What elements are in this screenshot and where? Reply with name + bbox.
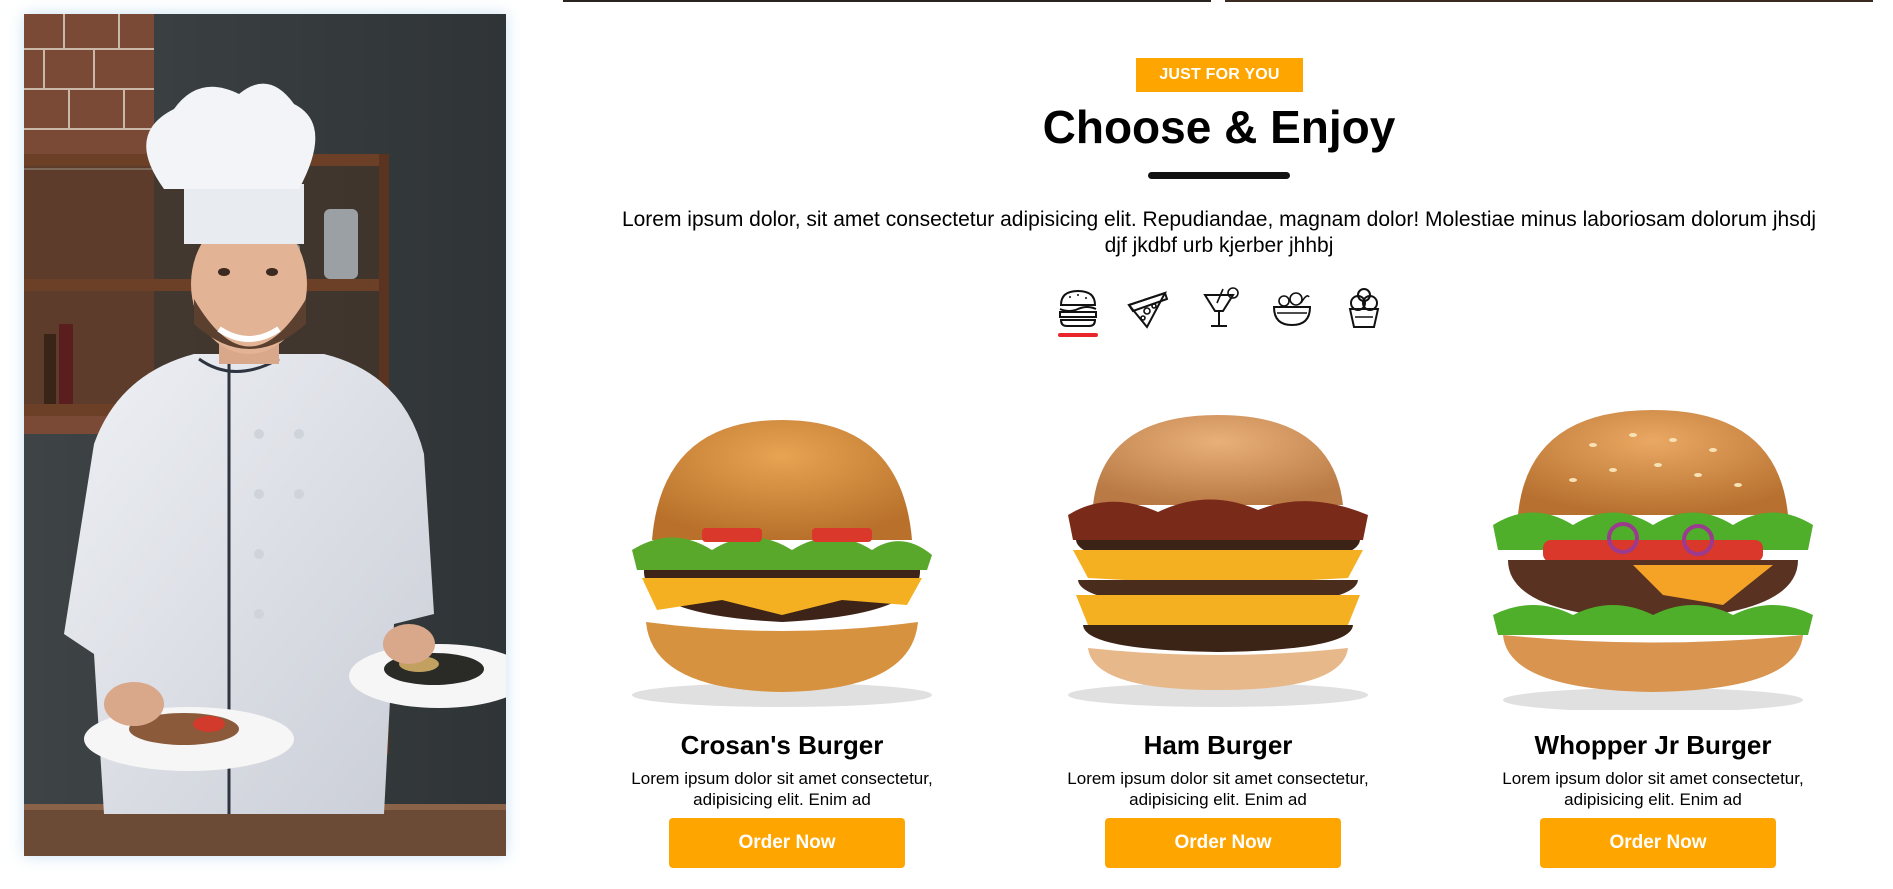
top-image-strip-left [563, 0, 1211, 2]
ice-cream-icon [1348, 288, 1380, 328]
product-image-ham-burger [1068, 415, 1368, 707]
title-underline [1148, 172, 1290, 179]
product-description: Lorem ipsum dolor sit amet consectetur, … [1067, 769, 1369, 809]
product-image-crosans-burger [632, 420, 932, 707]
category-tab-salads[interactable] [1269, 285, 1315, 333]
category-tab-burger[interactable] [1055, 285, 1101, 333]
order-now-button[interactable]: Order Now [669, 818, 905, 868]
salad-icon [1272, 292, 1312, 327]
order-now-button[interactable]: Order Now [1540, 818, 1776, 868]
section-description: Lorem ipsum dolor, sit amet consectetur … [621, 208, 1817, 257]
pizza-icon [1127, 291, 1169, 329]
product-description: Lorem ipsum dolor sit amet consectetur, … [631, 769, 933, 809]
product-card: Whopper Jr Burger Lorem ipsum dolor sit … [1443, 400, 1863, 880]
order-now-button[interactable]: Order Now [1105, 818, 1341, 868]
chef-photo [24, 14, 506, 856]
product-card: Ham Burger Lorem ipsum dolor sit amet co… [1008, 400, 1428, 880]
section-tag: JUST FOR YOU [1136, 58, 1303, 92]
product-name: Whopper Jr Burger [1534, 730, 1772, 760]
category-tab-desserts[interactable] [1341, 285, 1387, 333]
drink-icon [1203, 287, 1239, 327]
active-category-indicator [1058, 333, 1098, 337]
category-tab-drinks[interactable] [1197, 285, 1243, 333]
top-image-strip-right [1225, 0, 1873, 2]
product-name: Crosan's Burger [680, 730, 884, 760]
product-card: Crosan's Burger Lorem ipsum dolor sit am… [572, 400, 992, 880]
category-tab-pizza[interactable] [1125, 285, 1171, 333]
product-image-whopper-jr-burger [1493, 410, 1813, 710]
category-tabs [1055, 285, 1380, 345]
product-description: Lorem ipsum dolor sit amet consectetur, … [1502, 769, 1804, 809]
product-name: Ham Burger [1143, 730, 1293, 760]
section-title: Choose & Enjoy [1042, 101, 1396, 153]
burger-icon [1059, 289, 1097, 327]
